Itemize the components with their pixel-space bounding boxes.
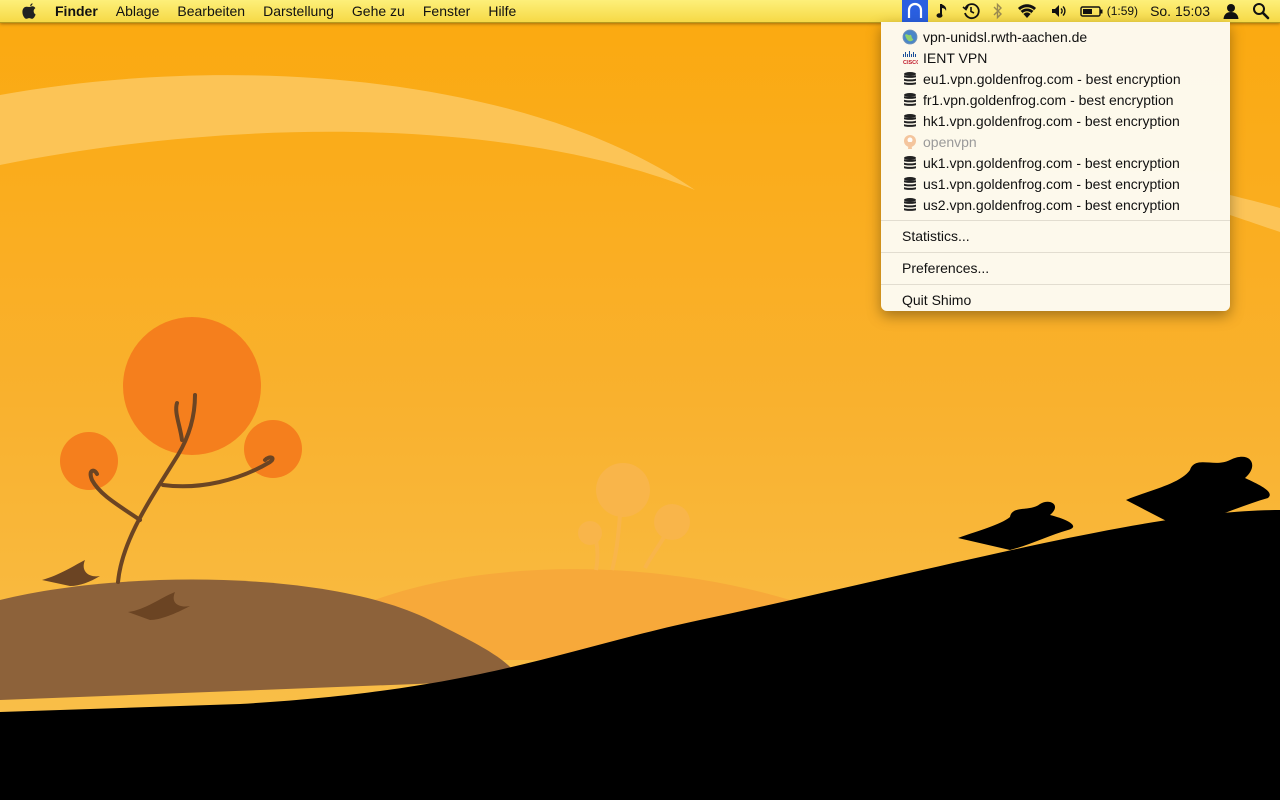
battery-time: (1:59) [1106, 4, 1139, 18]
menu-separator [881, 220, 1230, 221]
server-stack-icon [902, 71, 918, 87]
menu-darstellung[interactable]: Darstellung [254, 0, 343, 22]
vpn-connection-label: us2.vpn.goldenfrog.com - best encryption [923, 196, 1180, 213]
vpn-connection-item[interactable]: us1.vpn.goldenfrog.com - best encryption [881, 173, 1230, 194]
cisco-icon: CISCO [902, 50, 918, 66]
vpn-connection-item[interactable]: CISCO IENT VPN [881, 47, 1230, 68]
menu-separator [881, 252, 1230, 253]
menu-fenster[interactable]: Fenster [414, 0, 479, 22]
vpn-connection-label: eu1.vpn.goldenfrog.com - best encryption [923, 70, 1181, 87]
vpn-connection-item[interactable]: uk1.vpn.goldenfrog.com - best encryption [881, 152, 1230, 173]
menu-finder[interactable]: Finder [46, 0, 107, 22]
status-area: (1:59) So. 15:03 [901, 0, 1280, 22]
vpn-connection-item[interactable]: vpn-unidsl.rwth-aachen.de [881, 26, 1230, 47]
server-stack-icon [902, 113, 918, 129]
menu-separator [881, 284, 1230, 285]
battery-indicator[interactable]: (1:59) [1074, 0, 1144, 22]
menu-gehe-zu[interactable]: Gehe zu [343, 0, 414, 22]
connection-list: vpn-unidsl.rwth-aachen.de CISCO IENT VPN eu… [881, 22, 1230, 215]
menu-clock[interactable]: So. 15:03 [1144, 0, 1216, 22]
server-stack-icon [902, 92, 918, 108]
shimo-vpn-menu: vpn-unidsl.rwth-aachen.de CISCO IENT VPN eu… [881, 22, 1230, 311]
preferences-menu-item[interactable]: Preferences... [881, 258, 1230, 279]
vpn-connection-item[interactable]: fr1.vpn.goldenfrog.com - best encryption [881, 89, 1230, 110]
server-stack-icon [902, 197, 918, 213]
bluetooth-icon[interactable] [986, 0, 1010, 22]
vpn-connection-label: hk1.vpn.goldenfrog.com - best encryption [923, 112, 1180, 129]
apple-menu-icon[interactable] [12, 0, 46, 22]
svg-text:CISCO: CISCO [903, 60, 918, 66]
music-note-icon[interactable] [930, 0, 956, 22]
wifi-icon[interactable] [1010, 0, 1044, 22]
vpn-connection-item[interactable]: hk1.vpn.goldenfrog.com - best encryption [881, 110, 1230, 131]
menu-hilfe[interactable]: Hilfe [479, 0, 525, 22]
shimo-vpn-icon[interactable] [901, 0, 928, 22]
vpn-connection-item[interactable]: us2.vpn.goldenfrog.com - best encryption [881, 194, 1230, 215]
vpn-connection-label: us1.vpn.goldenfrog.com - best encryption [923, 175, 1180, 192]
server-stack-icon [902, 176, 918, 192]
vpn-connection-label: uk1.vpn.goldenfrog.com - best encryption [923, 154, 1180, 171]
vpn-connection-label: fr1.vpn.goldenfrog.com - best encryption [923, 91, 1174, 108]
volume-icon[interactable] [1044, 0, 1074, 22]
openvpn-icon [902, 134, 918, 150]
menu-bearbeiten[interactable]: Bearbeiten [168, 0, 254, 22]
time-machine-icon[interactable] [956, 0, 986, 22]
spotlight-icon[interactable] [1246, 0, 1280, 22]
statistics-menu-item[interactable]: Statistics... [881, 226, 1230, 247]
vpn-connection-label: openvpn [923, 133, 977, 150]
globe-icon [902, 29, 918, 45]
vpn-connection-label: vpn-unidsl.rwth-aachen.de [923, 28, 1088, 45]
vpn-connection-item[interactable]: eu1.vpn.goldenfrog.com - best encryption [881, 68, 1230, 89]
quit-shimo-menu-item[interactable]: Quit Shimo [881, 290, 1230, 311]
user-icon[interactable] [1216, 0, 1246, 22]
vpn-connection-item[interactable]: openvpn [881, 131, 1230, 152]
vpn-connection-label: IENT VPN [923, 49, 988, 66]
menu-bar: Finder Ablage Bearbeiten Darstellung Geh… [0, 0, 1280, 23]
server-stack-icon [902, 155, 918, 171]
menu-ablage[interactable]: Ablage [107, 0, 169, 22]
battery-icon [1080, 6, 1103, 17]
